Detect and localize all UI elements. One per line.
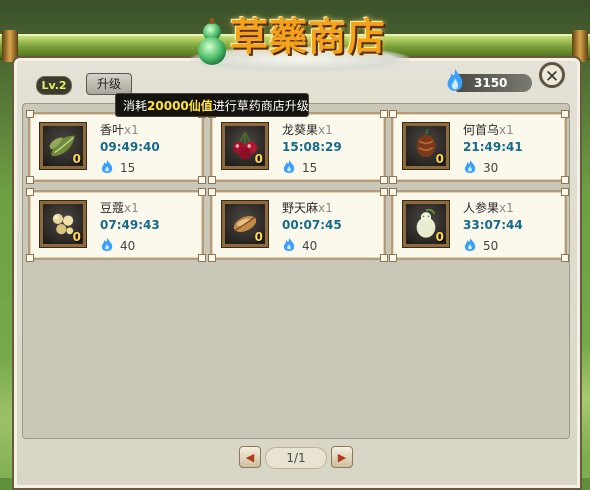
upgrade-tooltip: 消耗20000仙值进行草药商店升级: [115, 93, 309, 117]
item-timer: 15:08:29: [282, 140, 342, 154]
upgrade-button[interactable]: 升级: [86, 73, 132, 95]
card-corner: [198, 188, 206, 196]
tooltip-suffix: 进行草药商店升级: [212, 99, 309, 113]
card-corner: [561, 176, 569, 184]
item-card[interactable]: 0 何首乌x1 21:49:41 30: [389, 110, 569, 184]
page-indicator: 1/1: [265, 447, 327, 469]
card-corner: [389, 176, 397, 184]
item-name-text: 人参果: [463, 201, 500, 215]
item-price: 50: [483, 239, 499, 253]
item-price: 30: [483, 161, 499, 175]
card-corner: [561, 110, 569, 118]
card-corner: [389, 188, 397, 196]
item-qty: x1: [124, 123, 139, 137]
blue-flame-icon: [283, 238, 295, 251]
item-name-text: 豆蔻: [100, 201, 125, 215]
shop-title: 草藥商店: [230, 14, 387, 59]
card-corner: [380, 254, 388, 262]
card-corner: [26, 176, 34, 184]
blue-flame-icon: [283, 160, 295, 173]
card-corner: [26, 110, 34, 118]
card-corner: [26, 188, 34, 196]
item-count: 0: [435, 230, 444, 244]
card-corner: [208, 176, 216, 184]
prev-page-button[interactable]: ◀: [239, 446, 261, 468]
card-corner: [561, 254, 569, 262]
item-timer: 21:49:41: [463, 140, 523, 154]
item-card[interactable]: 0 龙葵果x1 15:08:29 15: [208, 110, 388, 184]
item-qty: x1: [124, 201, 139, 215]
item-name: 香叶x1: [100, 121, 139, 138]
blue-flame-icon: [101, 160, 113, 173]
item-count: 0: [254, 230, 263, 244]
item-name-text: 野天麻: [282, 201, 319, 215]
item-card[interactable]: 0 豆蔻x1 07:49:43 40: [26, 188, 206, 262]
card-corner: [208, 188, 216, 196]
card-corner: [389, 110, 397, 118]
blue-flame-icon: [447, 69, 463, 91]
item-price: 15: [302, 161, 318, 175]
item-timer: 09:49:40: [100, 140, 160, 154]
item-name-text: 香叶: [100, 123, 125, 137]
card-corner: [380, 176, 388, 184]
item-count: 0: [72, 230, 81, 244]
item-price: 40: [302, 239, 318, 253]
item-qty: x1: [318, 123, 333, 137]
tooltip-amount: 20000: [147, 99, 189, 113]
item-card[interactable]: 0 野天麻x1 00:07:45 40: [208, 188, 388, 262]
item-card[interactable]: 0 人参果x1 33:07:44 50: [389, 188, 569, 262]
gourd-icon: [198, 18, 226, 65]
item-count: 0: [435, 152, 444, 166]
shop-title-emblem: 草藥商店: [180, 0, 420, 80]
spirit-value: 3150: [474, 76, 508, 90]
item-name: 野天麻x1: [282, 199, 333, 216]
item-name: 豆蔻x1: [100, 199, 139, 216]
card-corner: [198, 254, 206, 262]
item-slot[interactable]: 0: [403, 201, 449, 247]
item-price: 15: [120, 161, 136, 175]
item-price: 40: [120, 239, 136, 253]
card-corner: [380, 188, 388, 196]
item-slot[interactable]: 0: [40, 201, 86, 247]
card-corner: [208, 254, 216, 262]
card-corner: [561, 188, 569, 196]
close-button[interactable]: ✕: [539, 62, 565, 88]
card-corner: [198, 176, 206, 184]
item-qty: x1: [499, 123, 514, 137]
tooltip-prefix: 消耗: [123, 99, 148, 113]
item-name-text: 何首乌: [463, 123, 500, 137]
item-name: 何首乌x1: [463, 121, 514, 138]
item-count: 0: [72, 152, 81, 166]
item-timer: 07:49:43: [100, 218, 160, 232]
card-corner: [26, 254, 34, 262]
item-slot[interactable]: 0: [403, 123, 449, 169]
item-slot[interactable]: 0: [40, 123, 86, 169]
item-name-text: 龙葵果: [282, 123, 319, 137]
level-badge: Lv.2: [36, 76, 72, 95]
card-corner: [389, 254, 397, 262]
item-qty: x1: [499, 201, 514, 215]
blue-flame-icon: [101, 238, 113, 251]
item-name: 龙葵果x1: [282, 121, 333, 138]
item-timer: 00:07:45: [282, 218, 342, 232]
card-corner: [380, 110, 388, 118]
item-qty: x1: [318, 201, 333, 215]
next-page-button[interactable]: ▶: [331, 446, 353, 468]
blue-flame-icon: [464, 160, 476, 173]
item-count: 0: [254, 152, 263, 166]
item-timer: 33:07:44: [463, 218, 523, 232]
tooltip-currency: 仙值: [188, 99, 213, 113]
item-slot[interactable]: 0: [222, 201, 268, 247]
item-name: 人参果x1: [463, 199, 514, 216]
item-card[interactable]: 0 香叶x1 09:49:40 15: [26, 110, 206, 184]
blue-flame-icon: [464, 238, 476, 251]
item-slot[interactable]: 0: [222, 123, 268, 169]
